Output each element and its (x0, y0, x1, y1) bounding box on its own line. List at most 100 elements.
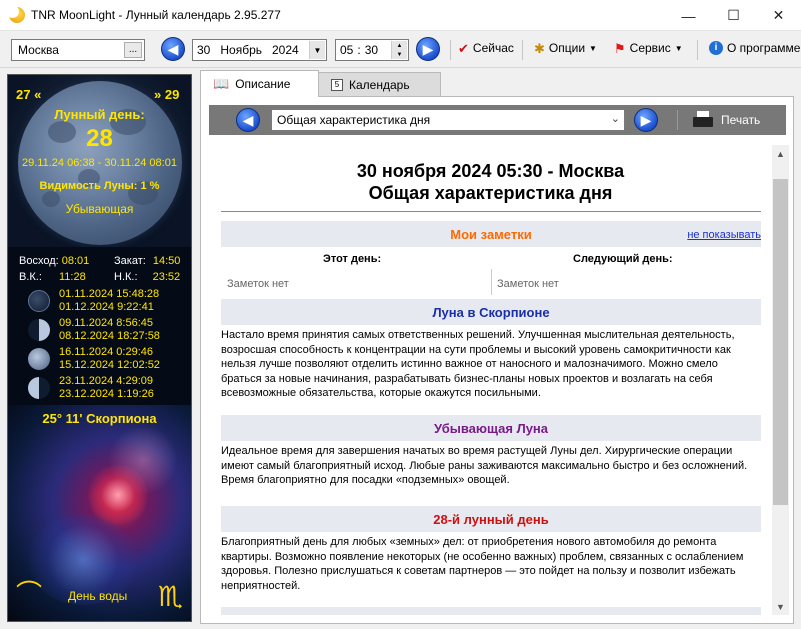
prev-section-button[interactable]: ◀ (236, 108, 260, 132)
lunar-day-header: 28-й лунный день (221, 506, 761, 532)
lunar-day-text: Благоприятный день для любых «земных» де… (221, 536, 744, 592)
next-section-button[interactable]: ▶ (634, 108, 658, 132)
next-day-notes[interactable]: Заметок нет (497, 278, 559, 290)
moon-display: 27 « » 29 Лунный день: 28 29.11.24 06:38… (8, 75, 191, 247)
horn-icon: ⌒ (16, 579, 43, 609)
time-hour[interactable]: 05 (340, 43, 353, 57)
lunar-day-range: 29.11.24 06:38 - 30.11.24 08:01 (22, 157, 177, 169)
spin-up-button[interactable]: ▲ (391, 41, 407, 50)
time-picker[interactable]: 05 : 30 ▲ ▼ (335, 39, 409, 61)
minimize-button[interactable]: — (666, 0, 711, 31)
time-separator: : (357, 43, 361, 57)
waning-moon-header: Убывающая Луна (221, 415, 761, 441)
next-lunar-day-link[interactable]: » 29 (154, 87, 179, 102)
moonrise: Восход: 08:01 (19, 255, 90, 267)
tab-description[interactable]: 📖 Описание (200, 70, 319, 97)
zodiac-image: 25° 11' Скорпиона ⌒ День воды ♏ (8, 405, 191, 621)
service-menu[interactable]: ⚑ Сервис ▼ (614, 41, 683, 55)
moon-times: Восход: 08:01 Закат: 14:50 В.К.: 11:28 Н… (8, 247, 191, 407)
document-view: 30 ноября 2024 05:30 - Москва Общая хара… (209, 145, 772, 615)
print-button[interactable]: Печать (693, 109, 760, 131)
moon-app-icon (6, 5, 25, 23)
notes-header: Мои заметки не показывать (221, 221, 761, 247)
printer-icon (693, 111, 713, 129)
moon-sign-header: Луна в Скорпионе (221, 299, 761, 325)
date-dropdown-button[interactable]: ▼ (309, 41, 325, 59)
moon-info-panel: 27 « » 29 Лунный день: 28 29.11.24 06:38… (7, 74, 192, 622)
city-browse-button[interactable]: ... (124, 42, 142, 58)
toolbar-divider (677, 110, 678, 130)
divider (221, 211, 761, 212)
main-toolbar: Москва ... ◀ 30 Ноябрь 2024 ▼ 05 : 30 ▲ … (0, 31, 801, 68)
spin-down-button[interactable]: ▼ (391, 50, 407, 59)
arrow-right-circle-icon: ▶ (640, 111, 652, 128)
element-day: День воды (68, 589, 128, 603)
section-select[interactable]: Общая характеристика дня ⌄ (271, 109, 625, 131)
vertical-scrollbar[interactable]: ▲ ▼ (772, 145, 789, 615)
title-bar: TNR MoonLight - Лунный календарь 2.95.27… (0, 0, 801, 31)
next-date-button[interactable]: ▶ (416, 37, 440, 61)
now-button[interactable]: ✔ Сейчас (458, 41, 514, 55)
chevron-down-icon: ▼ (589, 43, 597, 53)
gear-icon: ✱ (534, 40, 545, 56)
upper-culmination: В.К.: 11:28 (19, 271, 86, 283)
close-button[interactable]: ✕ (756, 0, 801, 31)
time-minute[interactable]: 30 (365, 43, 378, 57)
date-picker[interactable]: 30 Ноябрь 2024 ▼ (192, 39, 327, 61)
lunar-day-number: 28 (86, 125, 113, 152)
chevron-down-icon: ⌄ (610, 113, 620, 125)
window-title: TNR MoonLight - Лунный календарь 2.95.27… (31, 8, 281, 22)
next-day-heading: Следующий день: (573, 253, 673, 265)
last-quarter-icon (28, 377, 50, 399)
moon-phases-list: 01.11.2024 15:48:28 01.12.2024 9:22:41 0… (8, 287, 191, 403)
lower-culmination: Н.К.: 23:52 (114, 271, 181, 283)
date-year[interactable]: 2024 (272, 43, 299, 57)
content-toolbar: ◀ Общая характеристика дня ⌄ ▶ Печать (209, 105, 786, 135)
moon-visibility: Видимость Луны: 1 % (39, 180, 160, 192)
arrow-right-circle-icon: ▶ (422, 40, 434, 57)
full-moon-icon (28, 348, 50, 370)
description-panel: ◀ Общая характеристика дня ⌄ ▶ Печать 30… (200, 96, 794, 624)
this-day-notes[interactable]: Заметок нет (227, 278, 289, 290)
time-spinner[interactable]: ▲ ▼ (391, 41, 407, 59)
flag-icon: ⚑ (614, 40, 626, 56)
toolbar-divider (522, 40, 523, 60)
scroll-up-button[interactable]: ▲ (772, 145, 789, 162)
scroll-down-button[interactable]: ▼ (772, 598, 789, 615)
prev-date-button[interactable]: ◀ (161, 37, 185, 61)
this-day-heading: Этот день: (323, 253, 382, 265)
calendar-icon: 5 (331, 78, 343, 91)
maximize-button[interactable]: ☐ (711, 0, 756, 31)
arrow-left-circle-icon: ◀ (167, 40, 179, 57)
scorpio-icon: ♏ (157, 581, 183, 612)
waning-moon-text: Идеальное время для завершения начатых в… (221, 445, 748, 486)
now-label: Сейчас (472, 41, 514, 55)
date-month[interactable]: Ноябрь (220, 43, 262, 57)
hide-notes-link[interactable]: не показывать (687, 229, 761, 241)
book-icon: 📖 (213, 76, 230, 91)
moon-phase: Убывающая (65, 202, 134, 216)
arrow-left-circle-icon: ◀ (242, 111, 254, 128)
notes-cells: Заметок нет Заметок нет (221, 269, 761, 295)
moonset: Закат: 14:50 (114, 255, 181, 267)
first-quarter-icon (28, 319, 50, 341)
phase-full-moon: 16.11.2024 0:29:46 15.12.2024 12:02:52 (8, 345, 191, 374)
date-day[interactable]: 30 (197, 43, 210, 57)
phase-new-moon: 01.11.2024 15:48:28 01.12.2024 9:22:41 (8, 287, 191, 316)
prev-lunar-day-link[interactable]: 27 « (16, 87, 41, 102)
check-icon: ✔ (458, 40, 469, 56)
about-button[interactable]: i О программе (709, 41, 800, 55)
chevron-down-icon: ▼ (674, 43, 683, 53)
phase-first-quarter: 09.11.2024 8:56:45 08.12.2024 18:27:58 (8, 316, 191, 345)
service-label: Сервис (629, 41, 671, 55)
chevron-down-icon: ▼ (313, 45, 322, 55)
zodiac-position: 25° 11' Скорпиона (42, 411, 157, 426)
info-icon: i (709, 41, 723, 55)
city-field[interactable]: Москва ... (11, 39, 145, 61)
scroll-thumb[interactable] (773, 179, 788, 505)
options-menu[interactable]: ✱ Опции ▼ (534, 41, 597, 55)
tab-calendar[interactable]: 5 Календарь (318, 72, 441, 96)
options-label: Опции (548, 41, 586, 55)
page-title: 30 ноября 2024 05:30 - Москва (356, 161, 625, 181)
toolbar-divider (450, 40, 451, 60)
